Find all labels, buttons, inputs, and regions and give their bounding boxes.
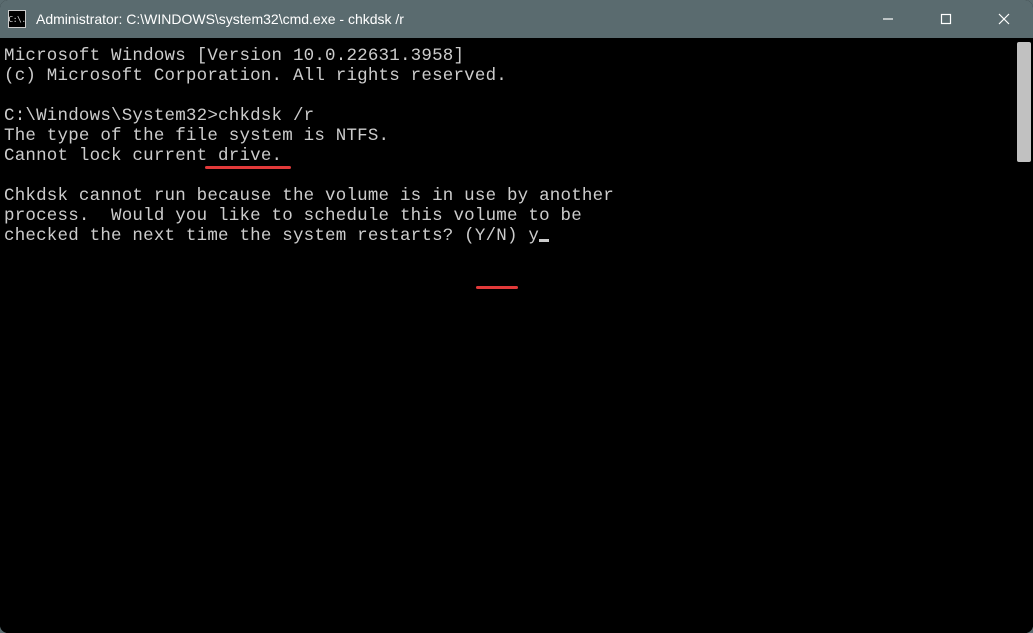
scrollbar[interactable]: [1015, 38, 1033, 633]
user-input: y: [528, 226, 539, 246]
close-icon: [997, 12, 1011, 26]
output-line: process. Would you like to schedule this…: [4, 206, 1011, 226]
output-line: C:\Windows\System32>chkdsk /r: [4, 106, 1011, 126]
output-line: The type of the file system is NTFS.: [4, 126, 1011, 146]
output-line: [4, 86, 1011, 106]
maximize-button[interactable]: [917, 0, 975, 38]
prompt-path: C:\Windows\System32>: [4, 106, 218, 126]
output-line: Microsoft Windows [Version 10.0.22631.39…: [4, 46, 1011, 66]
minimize-icon: [881, 12, 895, 26]
maximize-icon: [939, 12, 953, 26]
prompt-question: checked the next time the system restart…: [4, 226, 528, 246]
annotation-underline: [205, 166, 291, 169]
terminal-area: Microsoft Windows [Version 10.0.22631.39…: [0, 38, 1033, 633]
typed-command: chkdsk /r: [218, 106, 314, 126]
window-title: Administrator: C:\WINDOWS\system32\cmd.e…: [36, 11, 859, 27]
output-line: checked the next time the system restart…: [4, 226, 1011, 246]
text-cursor: [539, 239, 549, 242]
output-line: (c) Microsoft Corporation. All rights re…: [4, 66, 1011, 86]
titlebar[interactable]: C:\. Administrator: C:\WINDOWS\system32\…: [0, 0, 1033, 38]
output-line: [4, 166, 1011, 186]
minimize-button[interactable]: [859, 0, 917, 38]
cmd-icon: C:\.: [8, 10, 26, 28]
terminal-content[interactable]: Microsoft Windows [Version 10.0.22631.39…: [0, 38, 1015, 633]
window-controls: [859, 0, 1033, 38]
output-line: Cannot lock current drive.: [4, 146, 1011, 166]
cmd-window: C:\. Administrator: C:\WINDOWS\system32\…: [0, 0, 1033, 633]
scrollbar-thumb[interactable]: [1017, 42, 1031, 162]
annotation-underline: [476, 286, 518, 289]
close-button[interactable]: [975, 0, 1033, 38]
output-line: Chkdsk cannot run because the volume is …: [4, 186, 1011, 206]
